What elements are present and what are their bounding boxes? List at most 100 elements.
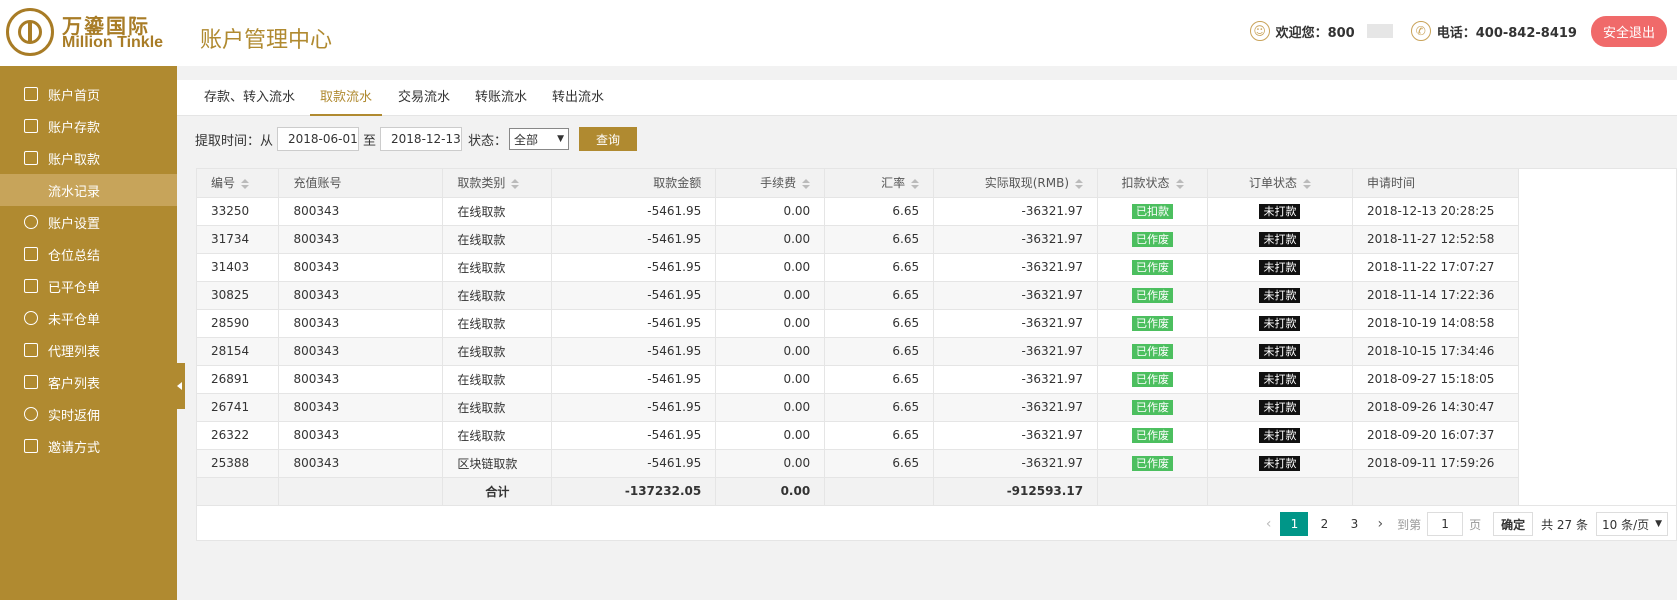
table-cell: -36321.97 bbox=[933, 393, 1099, 422]
table-cell: 2018-11-14 17:22:36 bbox=[1352, 281, 1520, 310]
table-cell: 6.65 bbox=[824, 281, 935, 310]
sidebar-item-withdraw[interactable]: 账户取款 bbox=[0, 142, 177, 174]
table-cell: 在线取款 bbox=[442, 393, 553, 422]
table-cell: 在线取款 bbox=[442, 197, 553, 226]
total-cell: -912593.17 bbox=[933, 477, 1099, 506]
tab-withdraw-records[interactable]: 取款流水 bbox=[310, 80, 383, 116]
sidebar-item-label: 账户取款 bbox=[48, 152, 101, 168]
table-cell: 2018-09-26 14:30:47 bbox=[1352, 393, 1520, 422]
goto-label: 到第 bbox=[1397, 517, 1422, 532]
column-header[interactable]: 订单状态 bbox=[1207, 169, 1353, 198]
sidebar-item-label: 流水记录 bbox=[48, 184, 101, 200]
table-cell: -5461.95 bbox=[551, 449, 717, 478]
order-status-badge: 未打款 bbox=[1259, 203, 1301, 219]
order-status-badge: 未打款 bbox=[1259, 455, 1301, 471]
sort-icon bbox=[1302, 178, 1311, 189]
next-page-icon[interactable]: › bbox=[1377, 516, 1383, 532]
sidebar-item-customers[interactable]: 客户列表 bbox=[0, 366, 177, 398]
tab-transfer-out-records[interactable]: 转出流水 bbox=[552, 80, 604, 116]
total-cell bbox=[1207, 477, 1353, 506]
table-cell: 800343 bbox=[278, 421, 444, 450]
column-header[interactable]: 编号 bbox=[197, 169, 280, 198]
filter-bar: 提取时间：从 至 状态： 全部 ▼ 查询 bbox=[195, 126, 638, 152]
customer-icon bbox=[24, 375, 38, 389]
sidebar-item-label: 仓位总结 bbox=[48, 248, 101, 264]
deposit-icon bbox=[24, 119, 38, 133]
deduct-status-badge: 已作废 bbox=[1132, 455, 1174, 471]
sidebar-item-label: 实时返佣 bbox=[48, 408, 101, 424]
status-select-value: 全部 bbox=[514, 132, 539, 147]
tab-trade-records[interactable]: 交易流水 bbox=[398, 80, 450, 116]
column-header[interactable]: 扣款状态 bbox=[1097, 169, 1209, 198]
column-header[interactable]: 取款类别 bbox=[442, 169, 553, 198]
table-cell: 0.00 bbox=[715, 421, 826, 450]
tab-deposit-records[interactable]: 存款、转入流水 bbox=[204, 80, 295, 116]
table-row: 28154 800343 在线取款 -5461.95 0.00 6.65 -36321.97… bbox=[197, 337, 1520, 366]
table-cell: 2018-10-19 14:08:58 bbox=[1352, 309, 1520, 338]
top-header: 万鎏国际 Million Tinkle 账户管理中心 ☺ 欢迎您：800 ✆ 电… bbox=[0, 0, 1677, 66]
page-1-button[interactable]: 1 bbox=[1280, 512, 1309, 536]
closed-icon bbox=[24, 279, 38, 293]
table-cell: 在线取款 bbox=[442, 421, 553, 450]
table-cell: 0.00 bbox=[715, 309, 826, 338]
table-cell: 800343 bbox=[278, 197, 444, 226]
from-date-input[interactable] bbox=[277, 127, 360, 151]
table-cell: -36321.97 bbox=[933, 225, 1099, 254]
deduct-status-badge: 已作废 bbox=[1132, 371, 1174, 387]
table-row: 26891 800343 在线取款 -5461.95 0.00 6.65 -36321.97… bbox=[197, 365, 1520, 394]
sidebar-item-settings[interactable]: 账户设置 bbox=[0, 206, 177, 238]
total-cell bbox=[824, 477, 935, 506]
table-cell: -36321.97 bbox=[933, 253, 1099, 282]
table-cell: -5461.95 bbox=[551, 365, 717, 394]
table-cell: 6.65 bbox=[824, 393, 935, 422]
sidebar-item-rebate[interactable]: 实时返佣 bbox=[0, 398, 177, 430]
sort-icon bbox=[802, 178, 811, 189]
page-size-select[interactable]: 10 条/页 ▼ bbox=[1596, 512, 1668, 536]
table-cell: 800343 bbox=[278, 449, 444, 478]
page-3-button[interactable]: 3 bbox=[1340, 512, 1368, 536]
column-header[interactable]: 实际取现(RMB) bbox=[933, 169, 1099, 198]
query-button[interactable]: 查询 bbox=[579, 127, 638, 151]
goto-confirm-button[interactable]: 确定 bbox=[1493, 512, 1534, 536]
column-header[interactable]: 汇率 bbox=[824, 169, 935, 198]
sidebar-item-summary[interactable]: 仓位总结 bbox=[0, 238, 177, 270]
table-cell: -5461.95 bbox=[551, 197, 717, 226]
table-cell: -36321.97 bbox=[933, 449, 1099, 478]
brand-logo[interactable]: 万鎏国际 Million Tinkle bbox=[6, 8, 166, 60]
sidebar-item-agents[interactable]: 代理列表 bbox=[0, 334, 177, 366]
table-cell: -5461.95 bbox=[551, 421, 717, 450]
table-cell: 26741 bbox=[197, 393, 280, 422]
sidebar-item-label: 已平仓单 bbox=[48, 280, 101, 296]
prev-page-icon[interactable]: ‹ bbox=[1266, 516, 1272, 532]
logout-button[interactable]: 安全退出 bbox=[1590, 15, 1667, 47]
sidebar-item-deposit[interactable]: 账户存款 bbox=[0, 110, 177, 142]
sidebar-item-closed[interactable]: 已平仓单 bbox=[0, 270, 177, 302]
sidebar-item-invite[interactable]: 邀请方式 bbox=[0, 430, 177, 462]
deduct-status-badge: 已扣款 bbox=[1132, 203, 1174, 219]
table-cell: 800343 bbox=[278, 253, 444, 282]
column-header[interactable]: 手续费 bbox=[715, 169, 826, 198]
table-cell: 2018-09-27 15:18:05 bbox=[1352, 365, 1520, 394]
sidebar-collapse-toggle[interactable] bbox=[177, 363, 185, 409]
home-icon bbox=[24, 87, 38, 101]
pagination: ‹ 1 2 3 › 到第 1 页 确定 共 27 条 10 条/页 ▼ bbox=[1258, 511, 1668, 537]
table-row: 26741 800343 在线取款 -5461.95 0.00 6.65 -36321.97… bbox=[197, 393, 1520, 422]
summary-icon bbox=[24, 247, 38, 261]
status-select[interactable]: 全部 ▼ bbox=[509, 128, 570, 150]
table-cell: 6.65 bbox=[824, 197, 935, 226]
sidebar-item-open[interactable]: 未平仓单 bbox=[0, 302, 177, 334]
table-cell: 28590 bbox=[197, 309, 280, 338]
to-date-input[interactable] bbox=[380, 127, 463, 151]
sidebar-item-home[interactable]: 账户首页 bbox=[0, 78, 177, 110]
sidebar-item-records[interactable]: 流水记录 bbox=[0, 174, 177, 206]
table-cell: 2018-11-22 17:07:27 bbox=[1352, 253, 1520, 282]
table-cell: -36321.97 bbox=[933, 309, 1099, 338]
page-2-button[interactable]: 2 bbox=[1310, 512, 1338, 536]
table-cell: 区块链取款 bbox=[442, 449, 553, 478]
table-cell: 2018-12-13 20:28:25 bbox=[1352, 197, 1520, 226]
table-cell: 800343 bbox=[278, 365, 444, 394]
table-cell: 0.00 bbox=[715, 393, 826, 422]
goto-page-input[interactable]: 1 bbox=[1427, 512, 1464, 536]
brand-name-en: Million Tinkle bbox=[62, 34, 164, 51]
tab-transfer-records[interactable]: 转账流水 bbox=[475, 80, 527, 116]
